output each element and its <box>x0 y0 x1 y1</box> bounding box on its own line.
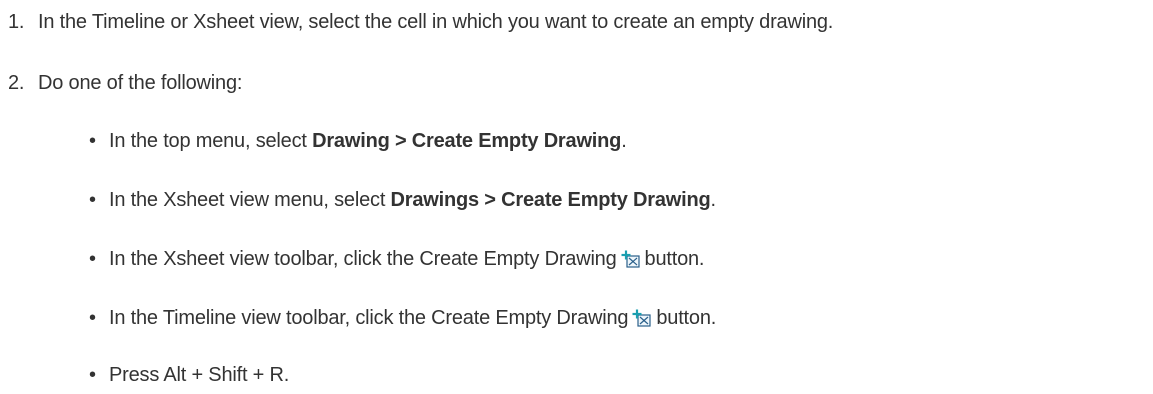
step-text: Do one of the following: <box>38 72 243 94</box>
bullet-suffix: button. <box>644 248 705 270</box>
step-number: 1. <box>8 11 25 33</box>
bullet-suffix: button. <box>656 307 717 329</box>
create-empty-drawing-icon <box>621 250 641 268</box>
step-2: 2. Do one of the following: <box>8 72 242 95</box>
bullet-marker: • <box>89 189 96 211</box>
bullet-suffix: . <box>710 189 717 211</box>
menu-path: Drawings > Create Empty Drawing <box>390 189 711 211</box>
bullet-text: In the top menu, select <box>109 130 313 152</box>
step-text: In the Timeline or Xsheet view, select t… <box>38 11 834 33</box>
bullet-item-xsheet-toolbar: • In the Xsheet view toolbar, click the C… <box>89 248 704 271</box>
bullet-suffix: . <box>621 130 627 152</box>
step-1: 1. In the Timeline or Xsheet view, select… <box>8 11 833 34</box>
bullet-item-top-menu: • In the top menu, select Drawing > Creat… <box>89 130 627 153</box>
step-number: 2. <box>8 72 25 94</box>
bullet-item-timeline-toolbar: • In the Timeline view toolbar, click the… <box>89 307 716 330</box>
bullet-marker: • <box>89 248 96 270</box>
create-empty-drawing-icon <box>632 309 652 327</box>
bullet-marker: • <box>89 364 96 386</box>
bullet-item-shortcut: • Press Alt + Shift + R. <box>89 364 289 387</box>
bullet-marker: • <box>89 307 96 329</box>
bullet-text: In the Xsheet view toolbar, click the Cr… <box>109 248 617 270</box>
bullet-text: In the Timeline view toolbar, click the … <box>109 307 629 329</box>
bullet-marker: • <box>89 130 96 152</box>
bullet-item-xsheet-menu: • In the Xsheet view menu, select Drawing… <box>89 189 716 212</box>
bullet-text: In the Xsheet view menu, select <box>109 189 391 211</box>
menu-path: Drawing > Create Empty Drawing <box>312 130 622 152</box>
bullet-text: Press Alt + Shift + R. <box>109 364 290 386</box>
